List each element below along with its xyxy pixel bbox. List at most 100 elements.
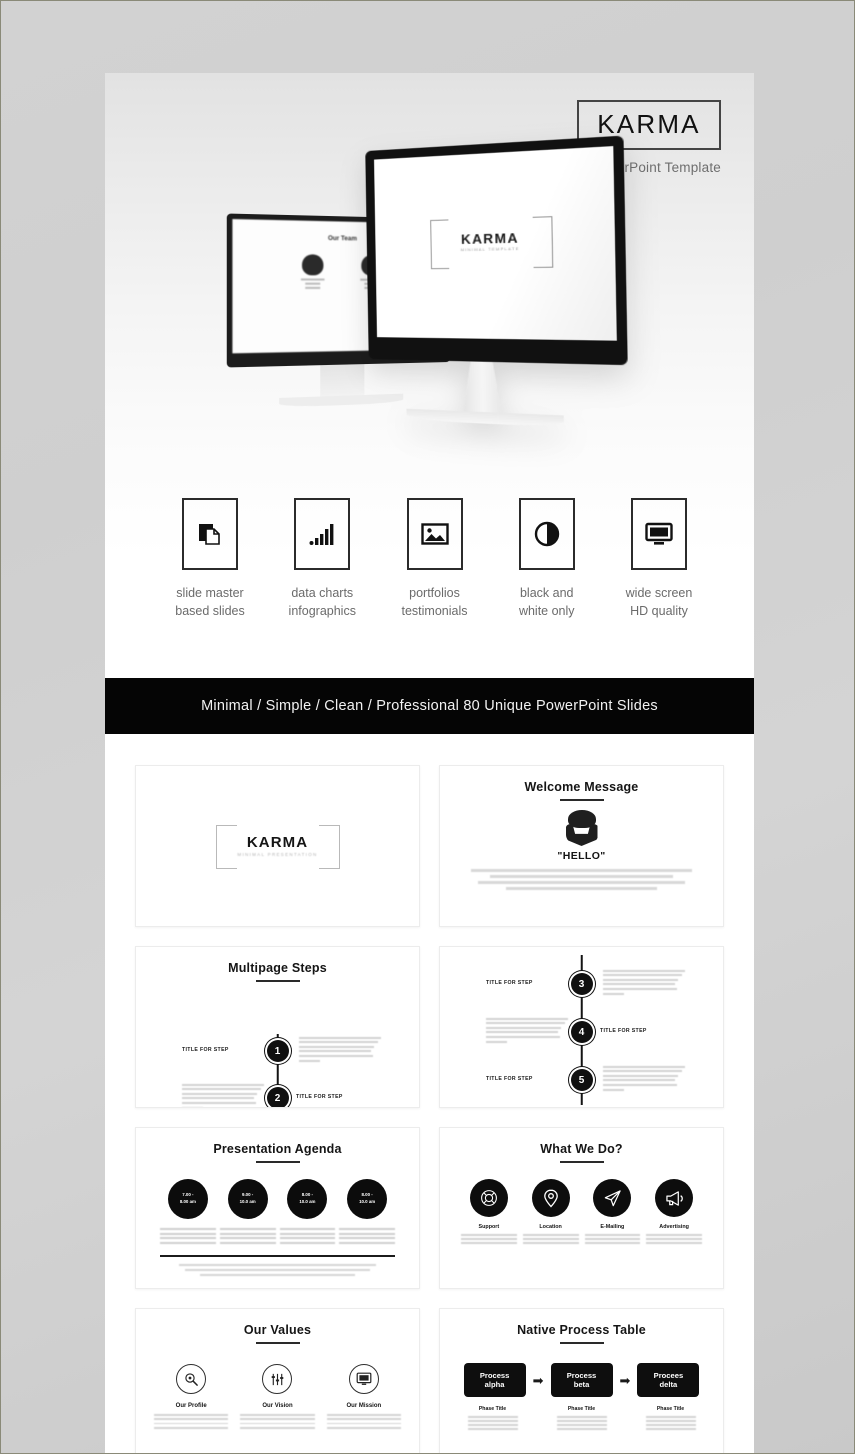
paper-plane-icon [603,1189,622,1208]
text-line [279,1228,336,1230]
text-line [219,1228,276,1230]
slide-thumbnail-agenda[interactable]: Presentation Agenda 7.00 - 8.00 am 9.00 … [135,1127,420,1289]
text-line [603,1074,679,1077]
slide-thumbnail-title[interactable]: KARMA MINIMAL PRESENTATION [135,765,420,927]
text-line [486,1026,562,1029]
text-line [471,869,692,872]
step-paragraph [182,1081,264,1107]
slide-thumbnail-multipage-steps[interactable]: Multipage Steps 1 TITLE FOR STEP 2 TITLE… [135,946,420,1108]
step-node: 3 [570,973,593,995]
phase-cell: Phase Title [462,1406,524,1432]
slide-thumbnail-what-we-do[interactable]: What We Do? Support Location E-Mailing A… [439,1127,724,1289]
slide-thumbnail-our-values[interactable]: Our Values Our Profile Our Vision Our Mi… [135,1308,420,1453]
avatar [301,254,324,276]
text-line [645,1416,696,1418]
service-item: Advertising [643,1179,705,1246]
step-label: TITLE FOR STEP [486,980,533,986]
slide-thumbnail-steps-continued[interactable]: 3 TITLE FOR STEP 4 TITLE FOR STEP 5 TITL… [439,946,724,1108]
title-underline [559,1161,604,1163]
text-line [467,1423,518,1426]
text-line [219,1241,276,1244]
step-node: 5 [570,1069,593,1091]
title-slide-name: KARMA [246,834,309,851]
text-line [160,1228,216,1230]
image-icon [420,522,449,546]
process-phases: Phase Title Phase Title Phase Title [440,1406,723,1432]
slide-title: Multipage Steps [228,961,327,975]
agenda-divider [160,1255,395,1258]
text-line [279,1232,336,1235]
slide-thumbnail-process-table[interactable]: Native Process Table Process alpha ➡ Pro… [439,1308,724,1453]
text-line [300,278,325,281]
feature-icon-frame [631,498,687,570]
text-line [489,875,674,878]
front-slide-title: KARMA [460,229,520,248]
front-monitor: KARMA MINIMAL TEMPLATE [365,135,628,428]
steps-diagram: 3 TITLE FOR STEP 4 TITLE FOR STEP 5 TITL… [440,947,723,1107]
text-line [299,1045,375,1048]
slide-title: Native Process Table [517,1323,646,1337]
phase-cell: Phase Title [551,1406,613,1432]
magnifier-icon [184,1372,199,1387]
greeting-text: "HELLO" [557,850,606,862]
feature-icon-frame [406,498,463,570]
back-monitor-base [279,393,404,408]
text-line [326,1418,401,1421]
text-line [182,1083,264,1086]
text-line [645,1419,696,1422]
front-monitor-screen: KARMA MINIMAL TEMPLATE [374,146,617,341]
text-line [506,887,657,890]
title-slide-logo: KARMA MINIMAL PRESENTATION [215,825,340,869]
title-slide-subtitle: MINIMAL PRESENTATION [237,852,318,857]
front-monitor-base [406,408,564,428]
text-line [556,1419,607,1422]
feature-label: black and white only [518,586,575,619]
service-item: E-Mailing [582,1179,644,1246]
text-line [326,1426,401,1429]
text-line [486,1035,560,1038]
back-monitor-stand [320,364,365,397]
step-label: TITLE FOR STEP [182,1047,229,1053]
text-line [339,1237,395,1240]
front-slide-logo: KARMA MINIMAL TEMPLATE [430,216,553,267]
step-label: TITLE FOR STEP [296,1094,343,1100]
text-line [461,1238,517,1240]
text-line [645,1427,696,1430]
text-line [279,1237,336,1240]
banner-text: Minimal / Simple / Clean / Professional … [201,698,658,714]
text-line [299,1054,373,1057]
step-label: TITLE FOR STEP [486,1076,533,1082]
slide-title: Welcome Message [524,780,639,794]
title-underline [559,1342,604,1344]
agenda-time-badge: 9.00 - 10.0 am [227,1179,268,1219]
front-slide-subtitle: MINIMAL TEMPLATE [460,245,520,253]
service-name: E-Mailing [600,1224,625,1230]
feature-data-charts: data charts infographics [269,498,375,620]
text-line [584,1238,641,1240]
text-line [486,1040,508,1043]
slide-title: Presentation Agenda [213,1142,342,1156]
text-line [584,1242,641,1244]
text-line [185,1269,370,1272]
feature-wide-screen: wide screen HD quality [606,498,712,620]
service-name: Location [539,1224,562,1230]
process-box: Process alpha [463,1363,526,1397]
values-row: Our Profile Our Vision Our Mission [136,1364,419,1431]
feature-portfolios: portfolios testimonials [382,498,488,620]
service-icon-circle [531,1179,570,1217]
text-line [603,974,682,977]
text-line [603,992,625,995]
service-icon-circle [469,1179,508,1217]
text-line [603,983,676,986]
slide-thumbnail-welcome[interactable]: Welcome Message "HELLO" [439,765,724,927]
text-line [305,282,321,285]
banner: Minimal / Simple / Clean / Professional … [105,678,754,734]
preview-page: KARMA Minimal PowerPoint Template Our Te… [105,73,754,1453]
feature-icon-frame [182,498,238,570]
monitor-mockup: Our Team KARMA MINIMAL TEMPLATE [105,135,754,526]
monitor-icon [356,1372,372,1386]
agenda-item: 7.00 - 8.00 am [158,1179,218,1246]
step-paragraph [299,1034,381,1064]
text-line [478,881,685,884]
